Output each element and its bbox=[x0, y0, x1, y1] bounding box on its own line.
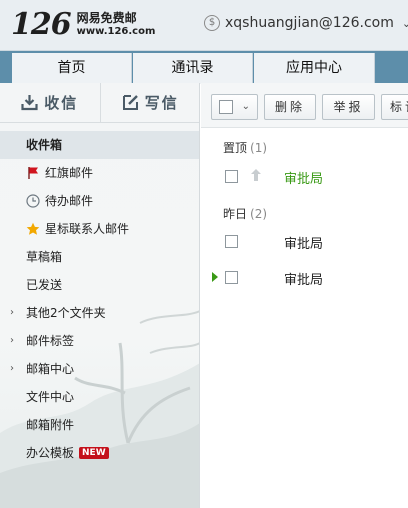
mail-row[interactable]: 审批局 bbox=[201, 159, 408, 195]
logo-name: 网易免费邮 bbox=[76, 11, 137, 25]
main-nav-tabs: 首页 通讯录 应用中心 bbox=[0, 50, 408, 84]
mail-list-pane: ⌄ 删除 举报 标记 置顶(1) 审批局 昨日(2) 审批局 审批局 bbox=[201, 83, 408, 508]
mail-sender: 审批局 bbox=[284, 172, 324, 187]
group-pinned: 置顶 (1) bbox=[223, 141, 268, 155]
coin-icon: $ bbox=[204, 15, 220, 31]
chevron-down-icon: ⌄ bbox=[241, 101, 250, 112]
chevron-down-icon: ⌄ bbox=[401, 16, 408, 30]
inbox-download-icon bbox=[21, 95, 38, 111]
chevron-right-icon[interactable]: › bbox=[10, 355, 14, 383]
compose-pen-icon bbox=[122, 95, 138, 110]
mail-toolbar: ⌄ 删除 举报 标记 bbox=[201, 83, 408, 128]
folder-attachments[interactable]: 邮箱附件 bbox=[0, 411, 199, 439]
mail-row[interactable]: 审批局 bbox=[201, 260, 408, 296]
folder-starred-contacts[interactable]: 星标联系人邮件 bbox=[0, 215, 199, 243]
sidebar: 收信 写信 收件箱 红旗邮件 待办邮件 星标联系人邮件 草稿箱 已发送 › 其他… bbox=[0, 83, 200, 508]
folder-mailbox-center[interactable]: › 邮箱中心 bbox=[0, 355, 199, 383]
tab-app-center[interactable]: 应用中心 bbox=[254, 53, 375, 84]
star-icon bbox=[26, 222, 40, 235]
logo-number: 126 bbox=[11, 7, 72, 42]
folder-file-center[interactable]: 文件中心 bbox=[0, 383, 199, 411]
new-badge: NEW bbox=[79, 447, 109, 459]
folder-red-flag[interactable]: 红旗邮件 bbox=[0, 159, 199, 187]
receive-label: 收信 bbox=[44, 94, 79, 112]
tab-home[interactable]: 首页 bbox=[12, 53, 132, 84]
mail-checkbox[interactable] bbox=[225, 235, 238, 248]
folder-sent[interactable]: 已发送 bbox=[0, 271, 199, 299]
compose-label: 写信 bbox=[144, 94, 179, 112]
clock-icon bbox=[26, 194, 40, 208]
folder-mail-tags[interactable]: › 邮件标签 bbox=[0, 327, 199, 355]
folder-inbox[interactable]: 收件箱 bbox=[0, 131, 199, 159]
folder-other[interactable]: › 其他2个文件夹 bbox=[0, 299, 199, 327]
red-flag-icon bbox=[28, 167, 38, 179]
mail-row[interactable]: 审批局 bbox=[201, 224, 408, 260]
report-button[interactable]: 举报 bbox=[322, 94, 375, 120]
current-mail-indicator bbox=[212, 272, 218, 282]
folder-office-templates[interactable]: 办公模板 NEW bbox=[0, 439, 199, 467]
receive-button[interactable]: 收信 bbox=[0, 83, 100, 122]
select-all-dropdown[interactable]: ⌄ bbox=[211, 94, 258, 120]
mail-checkbox[interactable] bbox=[225, 271, 238, 284]
logo-url: www.126.com bbox=[76, 26, 156, 37]
folder-drafts[interactable]: 草稿箱 bbox=[0, 243, 199, 271]
mail-checkbox[interactable] bbox=[225, 170, 238, 183]
chevron-right-icon[interactable]: › bbox=[10, 327, 14, 355]
top-header: 126 网易免费邮 www.126.com $ xqshuangjian@126… bbox=[0, 0, 408, 50]
folder-todo[interactable]: 待办邮件 bbox=[0, 187, 199, 215]
mark-button[interactable]: 标记 bbox=[381, 94, 408, 120]
chevron-right-icon[interactable]: › bbox=[10, 299, 14, 327]
account-menu[interactable]: $ xqshuangjian@126.com ⌄ bbox=[204, 15, 408, 31]
compose-button[interactable]: 写信 bbox=[99, 83, 200, 122]
select-all-checkbox[interactable] bbox=[219, 100, 233, 114]
account-email: xqshuangjian@126.com bbox=[225, 15, 394, 31]
pin-arrow-icon bbox=[251, 169, 261, 181]
tab-contacts[interactable]: 通讯录 bbox=[133, 53, 253, 84]
mail-logo[interactable]: 126 网易免费邮 www.126.com bbox=[11, 10, 155, 40]
delete-button[interactable]: 删除 bbox=[264, 94, 316, 120]
mail-sender: 审批局 bbox=[284, 273, 324, 288]
group-yesterday: 昨日 (2) bbox=[223, 207, 268, 221]
mail-sender: 审批局 bbox=[284, 237, 324, 252]
